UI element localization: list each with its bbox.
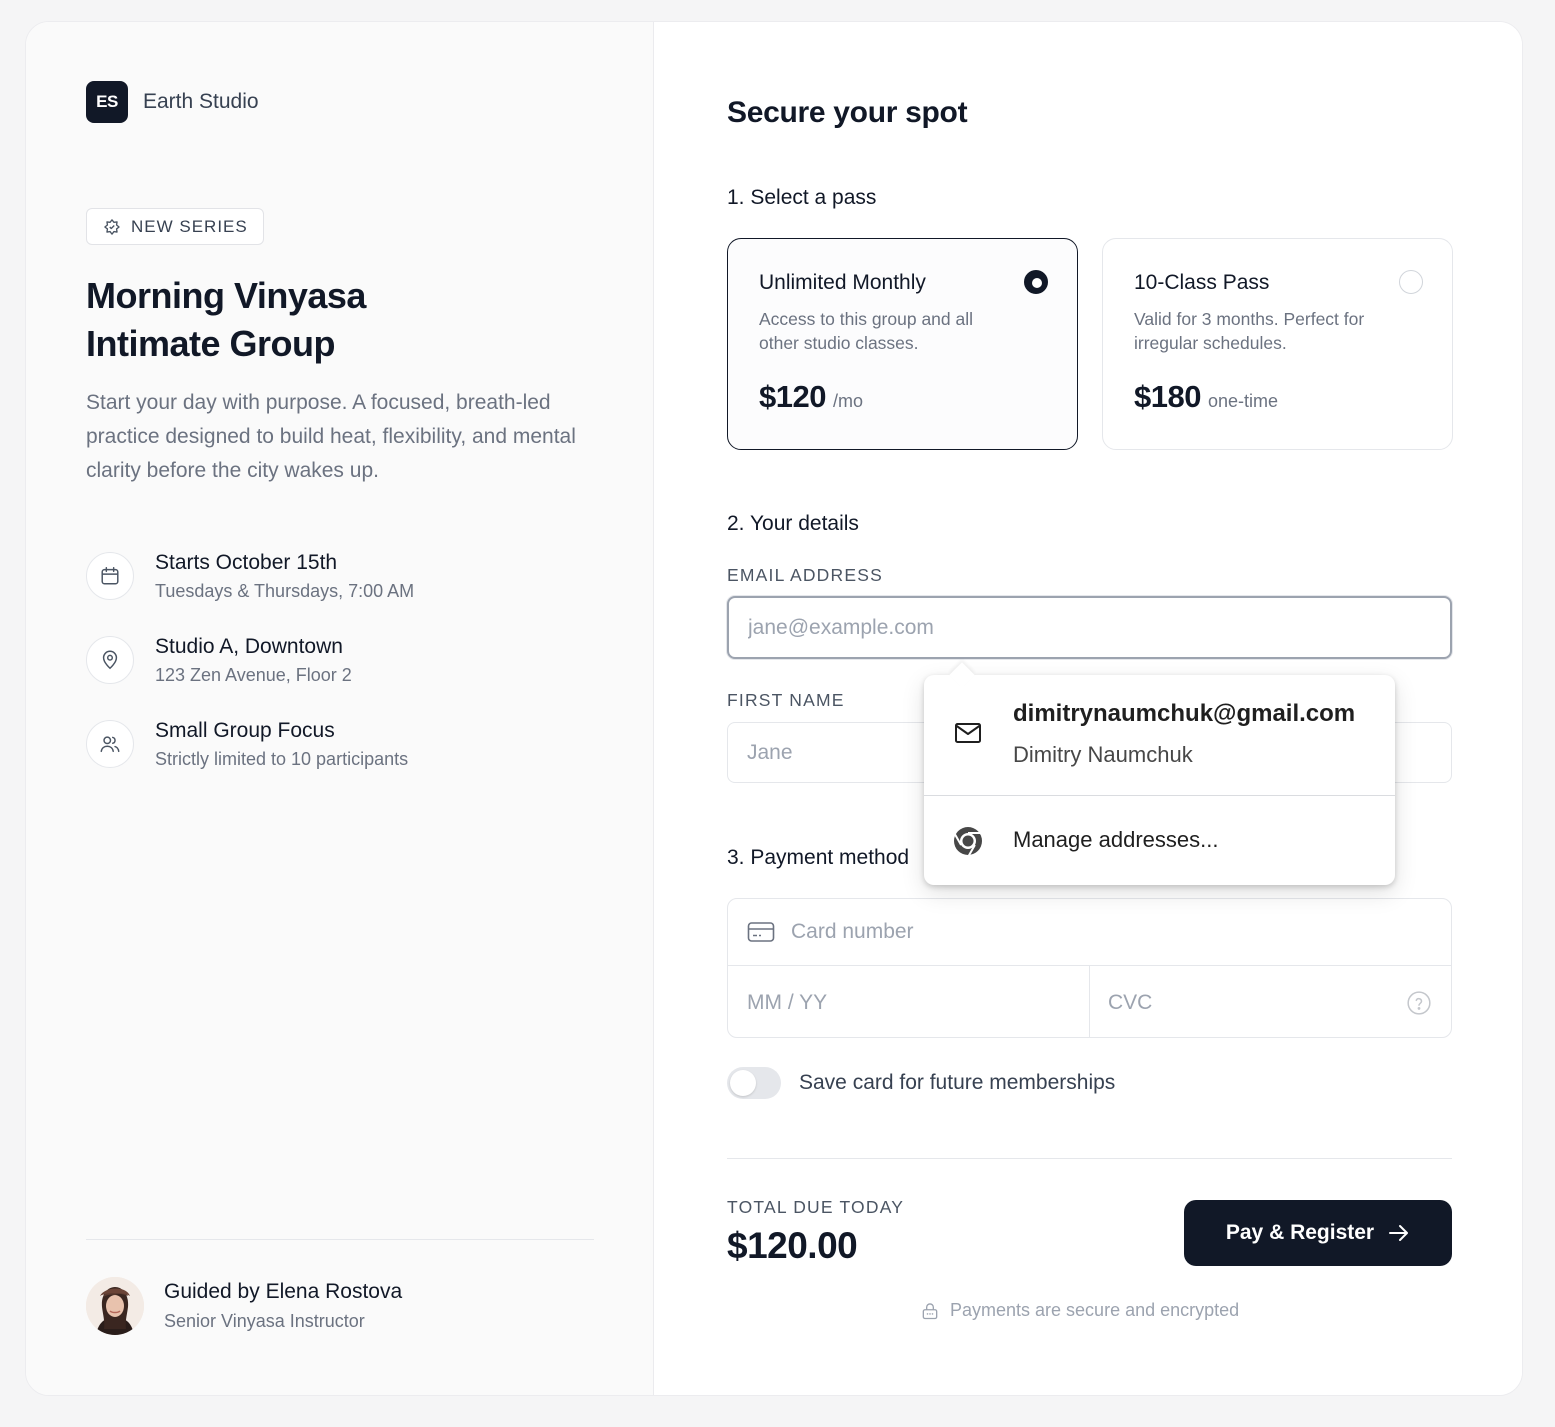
instructor-card: Guided by Elena Rostova Senior Vinyasa I… <box>86 1277 402 1335</box>
feature-group-size: Small Group Focus Strictly limited to 10… <box>86 717 408 772</box>
pay-button-label: Pay & Register <box>1225 1221 1375 1244</box>
pass-option-10-class[interactable]: 10-Class Pass Valid for 3 months. Perfec… <box>1102 238 1453 450</box>
step-your-details: 2. Your details <box>727 512 859 535</box>
instructor-role: Senior Vinyasa Instructor <box>164 1311 365 1331</box>
feature-title: Small Group Focus <box>155 719 335 742</box>
secure-note-text: Payments are secure and encrypted <box>950 1300 1240 1320</box>
event-title-line-2: Intimate Group <box>86 323 336 364</box>
cvc-field[interactable]: CVC <box>1090 966 1451 1037</box>
step-payment-method: 3. Payment method <box>727 846 910 869</box>
card-number-placeholder: Card number <box>791 920 914 943</box>
instructor-avatar <box>86 1277 144 1335</box>
divider <box>86 1239 594 1240</box>
pass-name: Unlimited Monthly <box>759 271 926 294</box>
email-label: EMAIL ADDRESS <box>727 565 883 585</box>
step-select-pass: 1. Select a pass <box>727 186 877 209</box>
total-amount: $120.00 <box>727 1225 858 1266</box>
save-card-row: Save card for future memberships <box>727 1067 1115 1099</box>
card-input-group: Card number MM / YY CVC <box>727 898 1452 1038</box>
event-title: Morning Vinyasa Intimate Group <box>86 272 606 368</box>
expiry-field[interactable]: MM / YY <box>728 966 1090 1037</box>
divider <box>727 1158 1452 1159</box>
brand[interactable]: ES Earth Studio <box>86 81 259 123</box>
save-card-label: Save card for future memberships <box>799 1071 1116 1094</box>
feature-schedule: Starts October 15th Tuesdays & Thursdays… <box>86 549 414 604</box>
users-icon <box>86 720 134 768</box>
brand-logo: ES <box>86 81 128 123</box>
feature-subtitle: Strictly limited to 10 participants <box>155 749 409 769</box>
pass-name: 10-Class Pass <box>1134 271 1270 294</box>
manage-addresses-label: Manage addresses... <box>1013 827 1219 852</box>
help-circle-icon[interactable] <box>1406 990 1432 1016</box>
feature-title: Starts October 15th <box>155 551 338 574</box>
save-card-toggle[interactable] <box>727 1067 781 1099</box>
email-input[interactable] <box>727 596 1452 659</box>
new-series-badge: NEW SERIES <box>86 208 264 245</box>
map-pin-icon <box>86 636 134 684</box>
pay-register-button[interactable]: Pay & Register <box>1184 1200 1452 1266</box>
pass-description: Access to this group and all other studi… <box>759 309 974 353</box>
arrow-right-icon <box>1389 1225 1409 1241</box>
autofill-suggestion-name: Dimitry Naumchuk <box>1013 742 1193 767</box>
feature-subtitle: Tuesdays & Thursdays, 7:00 AM <box>155 581 415 601</box>
pass-amount: $120 <box>759 379 826 414</box>
pass-price: $120 /mo <box>759 379 863 415</box>
pass-description: Valid for 3 months. Perfect for irregula… <box>1134 309 1365 353</box>
feature-location: Studio A, Downtown 123 Zen Avenue, Floor… <box>86 633 352 688</box>
brand-name: Earth Studio <box>143 90 259 113</box>
sparkle-badge-icon <box>104 218 120 235</box>
card-number-field[interactable]: Card number <box>728 899 1451 966</box>
lock-icon <box>922 1302 938 1319</box>
feature-title: Studio A, Downtown <box>155 635 343 658</box>
autofill-popup: dimitrynaumchuk@gmail.com Dimitry Naumch… <box>924 662 1395 885</box>
chrome-icon <box>954 827 982 857</box>
pass-option-unlimited-monthly[interactable]: Unlimited Monthly Access to this group a… <box>727 238 1078 450</box>
calendar-icon <box>86 552 134 600</box>
checkout-heading: Secure your spot <box>727 96 968 129</box>
cvc-placeholder: CVC <box>1108 990 1153 1014</box>
pass-radio[interactable] <box>1399 270 1423 294</box>
instructor-name: Guided by Elena Rostova <box>164 1280 403 1303</box>
event-description: Start your day with purpose. A focused, … <box>86 391 576 482</box>
credit-card-icon <box>747 922 775 942</box>
manage-addresses-item[interactable]: Manage addresses... <box>924 796 1395 885</box>
pass-radio-selected[interactable] <box>1024 270 1048 294</box>
feature-subtitle: 123 Zen Avenue, Floor 2 <box>155 665 352 685</box>
secure-note: Payments are secure and encrypted <box>920 1300 1239 1321</box>
total-label: TOTAL DUE TODAY <box>727 1197 905 1217</box>
event-info-panel: ES Earth Studio NEW SERIES Morning Vinya… <box>26 22 654 1395</box>
first-name-label: FIRST NAME <box>727 690 845 710</box>
pass-amount: $180 <box>1134 379 1201 414</box>
badge-label: NEW SERIES <box>131 216 248 236</box>
autofill-suggestion[interactable]: dimitrynaumchuk@gmail.com Dimitry Naumch… <box>924 675 1395 795</box>
autofill-suggestion-email: dimitrynaumchuk@gmail.com <box>1013 700 1356 727</box>
pass-price: $180 one-time <box>1134 379 1278 415</box>
mail-icon <box>955 723 981 743</box>
expiry-placeholder: MM / YY <box>747 990 828 1014</box>
event-title-line-1: Morning Vinyasa <box>86 275 366 316</box>
pass-unit: one-time <box>1207 391 1278 411</box>
pass-unit: /mo <box>832 391 863 411</box>
